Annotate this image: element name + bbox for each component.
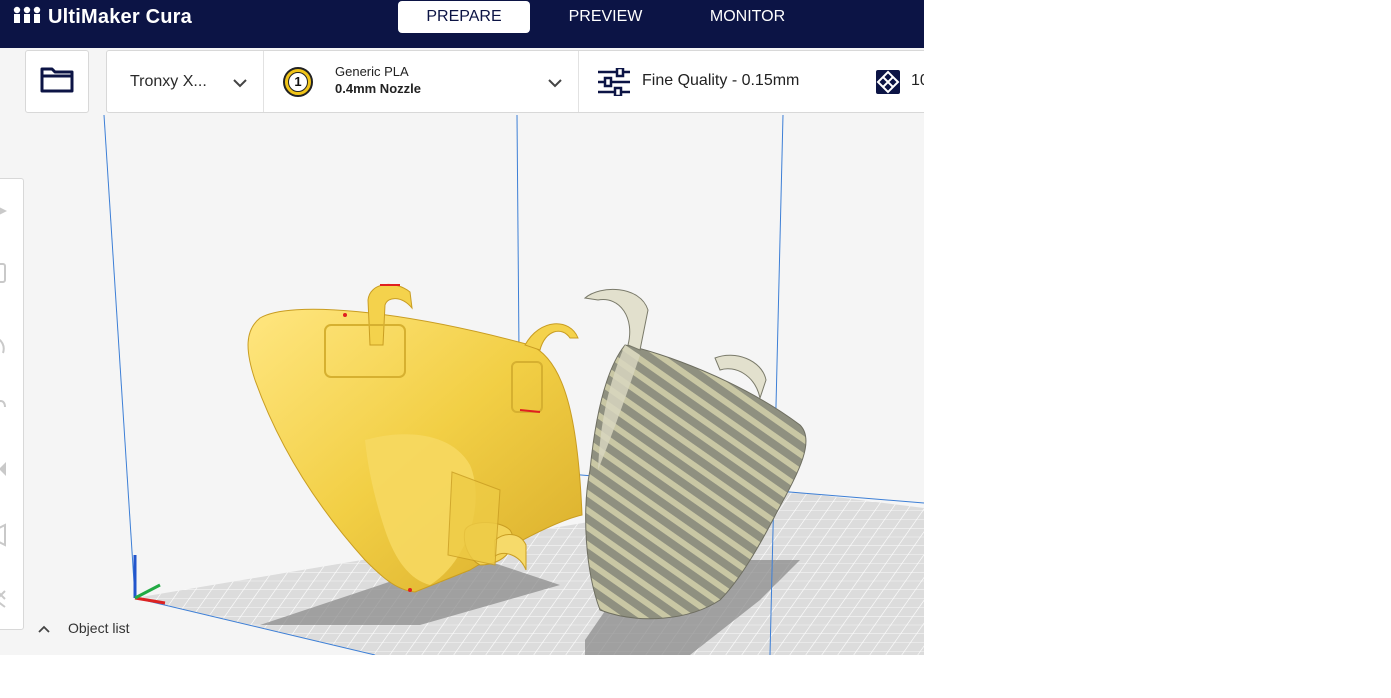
3d-viewport[interactable] [0,48,924,655]
object-list-toggle[interactable]: Object list [38,620,129,636]
nozzle-size: 0.4mm Nozzle [335,81,421,96]
quality-label: Fine Quality - 0.15mm [642,72,800,89]
tab-preview[interactable]: PREVIEW [548,1,663,33]
folder-icon [40,65,74,98]
print-settings-selector[interactable]: Fine Quality - 0.15mm 10 [579,51,924,112]
support-blocker-icon[interactable] [0,523,21,547]
infill-icon [875,69,901,100]
open-file-button[interactable] [25,50,89,113]
tab-prepare[interactable]: PREPARE [398,1,530,33]
rotate-tool-icon[interactable] [0,333,21,357]
chevron-up-icon [38,620,50,636]
extruder-number: 1 [294,74,302,89]
mirror-tool-icon[interactable] [0,391,21,415]
header-bar: UltiMaker Cura PREPARE PREVIEW MONITOR [0,0,924,48]
paint-tool-icon[interactable] [0,587,21,611]
cura-window: UltiMaker Cura PREPARE PREVIEW MONITOR T… [0,0,924,655]
print-setup-bar: Tronxy X... 1 Generic PLA 0.4mm Nozzle F… [106,50,924,113]
scene-svg[interactable] [0,48,924,655]
tab-monitor[interactable]: MONITOR [690,1,805,33]
material-type: Generic PLA [335,64,409,79]
printer-selector[interactable]: Tronxy X... [107,51,263,112]
printer-name: Tronxy X... [130,72,207,90]
app-brand: UltiMaker Cura [12,5,192,29]
move-tool-icon[interactable] [0,199,21,223]
material-selector[interactable]: 1 Generic PLA 0.4mm Nozzle [264,51,577,112]
per-model-settings-icon[interactable] [0,457,21,481]
left-toolbar [0,178,24,630]
chevron-down-icon [233,75,247,93]
app-name: UltiMaker Cura [48,5,192,28]
object-list-label: Object list [68,620,130,636]
sliders-icon [597,66,631,101]
scale-tool-icon[interactable] [0,261,21,285]
infill-label: 10 [911,72,924,89]
chevron-down-icon [548,75,562,93]
ultimaker-logo-icon [12,6,42,29]
build-volume-edge [103,114,136,599]
material-text: Generic PLA 0.4mm Nozzle [335,64,421,96]
